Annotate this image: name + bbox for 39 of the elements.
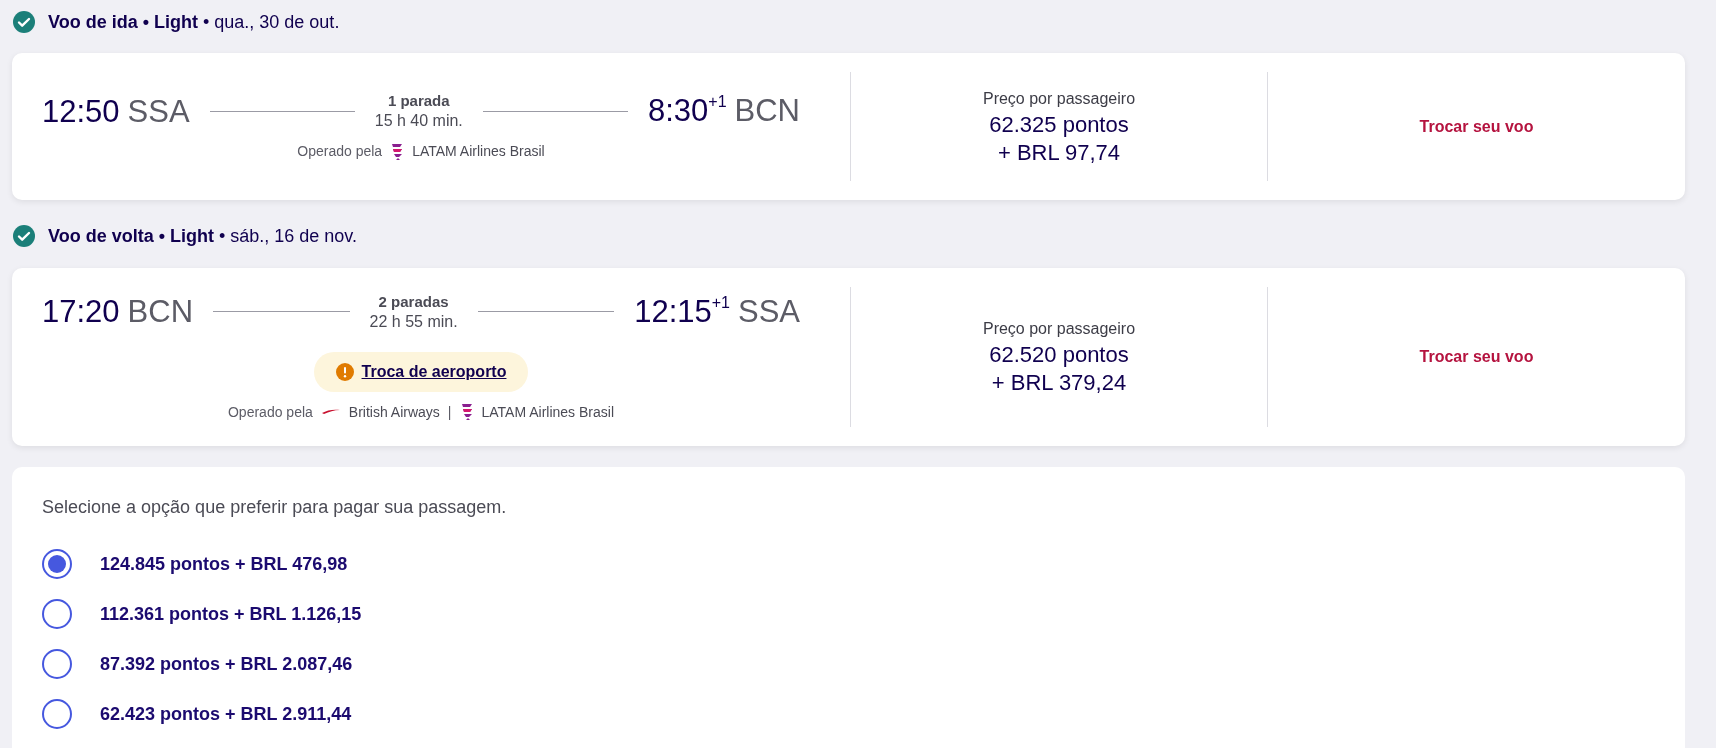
price-label: Preço por passageiro: [982, 319, 1136, 339]
radio-button[interactable]: [42, 549, 72, 579]
departure-time: 17:20: [42, 296, 120, 327]
airport-code: BCN: [734, 95, 800, 126]
airport-code: SSA: [738, 295, 800, 327]
separator-text: |: [447, 402, 452, 422]
stops-count: 1 parada: [387, 91, 450, 111]
airline-name: LATAM Airlines Brasil: [481, 402, 614, 422]
payment-option-label: 124.845 pontos + BRL 476,98: [100, 552, 348, 576]
flight-header: Voo de ida • Light • qua., 30 de out.: [48, 10, 340, 34]
airline-name: British Airways: [348, 402, 440, 422]
stops-count: 2 paradas: [378, 291, 449, 312]
operated-by-label: Operado pela: [297, 142, 383, 161]
departure-time: 12:50: [42, 95, 120, 127]
airport-change-alert[interactable]: Troca de aeroporto: [313, 351, 529, 392]
price-label: Preço por passageiro: [982, 88, 1136, 109]
price-points: 62.325 pontos: [989, 110, 1129, 139]
operated-by-label: Operado pela: [228, 402, 313, 422]
payment-option-label: 62.423 pontos + BRL 2.911,44: [100, 702, 352, 726]
payment-prompt: Selecione a opção que preferir para pagar sua passagem.: [42, 496, 508, 519]
airline-logo-icon: [390, 142, 405, 161]
price-cash: + BRL 97,74: [997, 138, 1121, 167]
price-points: 62.520 pontos: [989, 341, 1129, 369]
airline-name: LATAM Airlines Brasil: [412, 142, 545, 161]
radio-button[interactable]: [42, 649, 72, 679]
price-cash: + BRL 379,24: [991, 369, 1127, 397]
change-flight-link[interactable]: Trocar seu voo: [1419, 345, 1534, 369]
payment-option-label: 112.361 pontos + BRL 1.126,15: [100, 602, 362, 626]
airline-logo-icon: [459, 403, 474, 421]
radio-button[interactable]: [42, 599, 72, 629]
change-flight-link[interactable]: Trocar seu voo: [1419, 114, 1534, 139]
flight-duration: 22 h 55 min.: [369, 311, 458, 332]
flight-header: Voo de volta • Light • sáb., 16 de nov.: [48, 224, 358, 248]
warning-icon: [335, 362, 354, 381]
airport-code: BCN: [127, 296, 194, 327]
flight-duration: 15 h 40 min.: [374, 111, 463, 131]
payment-option-label: 87.392 pontos + BRL 2.087,46: [100, 652, 353, 676]
airport-code: SSA: [127, 95, 190, 127]
radio-button[interactable]: [42, 699, 72, 729]
